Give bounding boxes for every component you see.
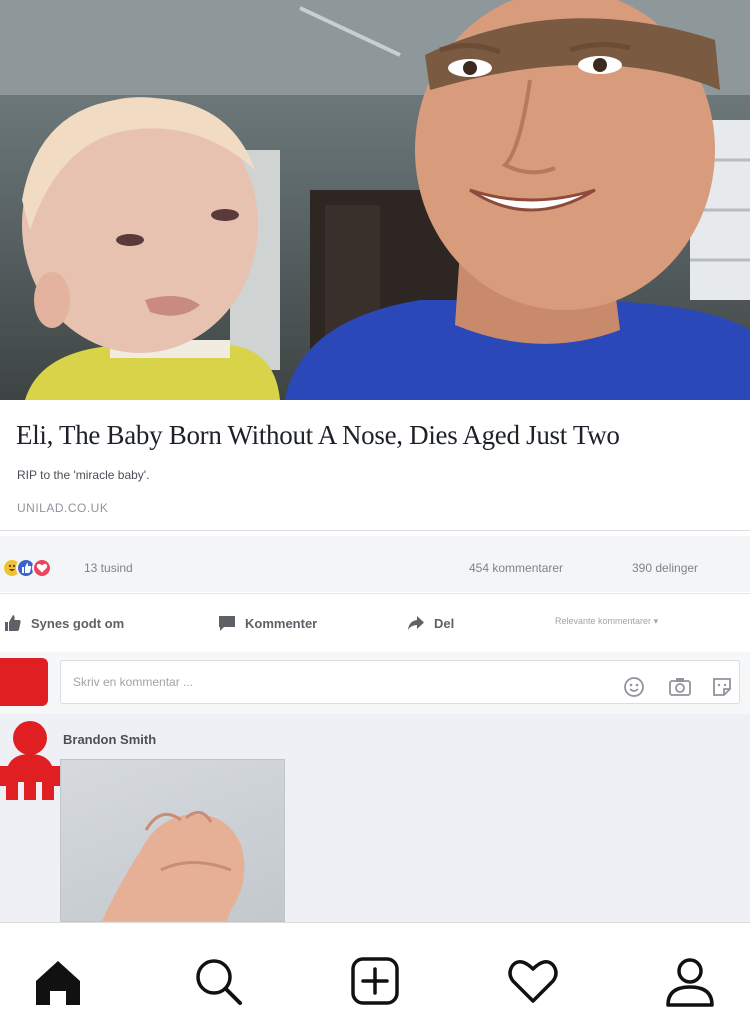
comment-button[interactable]: Kommenter	[218, 613, 317, 633]
comment-label: Kommenter	[245, 615, 318, 631]
comment-count[interactable]: 454 kommentarer	[469, 561, 563, 575]
new-post-icon[interactable]	[347, 953, 403, 1009]
search-icon[interactable]	[190, 953, 246, 1009]
like-button[interactable]: Synes godt om	[4, 613, 124, 633]
share-label: Del	[434, 615, 455, 631]
relevant-comments-label: Relevante kommentarer	[555, 616, 652, 626]
relevant-comments-dropdown[interactable]: Relevante kommentarer ▾	[555, 616, 658, 627]
link-headline[interactable]: Eli, The Baby Born Without A Nose, Dies …	[16, 420, 741, 451]
reactions-stats-bar: 13 tusind 454 kommentarer 390 delinger	[0, 536, 750, 592]
love-reaction-icon	[32, 558, 52, 578]
reaction-count[interactable]: 13 tusind	[84, 561, 133, 575]
profile-icon[interactable]	[662, 953, 718, 1009]
post-action-bar: Synes godt om Kommenter Del Relevante ko…	[0, 593, 750, 652]
comment-item: Brandon Smith	[0, 714, 750, 922]
comment-author[interactable]: Brandon Smith	[63, 732, 156, 747]
commenter-avatar[interactable]	[0, 718, 60, 800]
home-icon[interactable]	[30, 953, 86, 1009]
chevron-down-icon: ▾	[653, 616, 659, 626]
thumbs-up-icon	[5, 615, 21, 631]
comment-attached-photo[interactable]	[60, 759, 285, 922]
share-button[interactable]: Del	[407, 613, 454, 633]
emoji-icon[interactable]	[623, 676, 645, 698]
link-preview-card[interactable]: Eli, The Baby Born Without A Nose, Dies …	[0, 400, 750, 531]
comment-bubble-icon	[219, 616, 235, 631]
link-subline: RIP to the 'miracle baby'.	[17, 468, 150, 482]
fist-photo-illustration	[101, 810, 245, 921]
link-domain: UNILAD.CO.UK	[17, 501, 109, 515]
app-tab-bar	[0, 922, 750, 1017]
like-label: Synes godt om	[31, 615, 125, 631]
camera-icon[interactable]	[668, 676, 692, 698]
post-photo[interactable]	[0, 0, 750, 400]
post-photo-illustration	[0, 0, 750, 400]
share-arrow-icon	[408, 616, 424, 630]
current-user-avatar[interactable]	[0, 658, 48, 706]
share-count[interactable]: 390 delinger	[632, 561, 698, 575]
sticker-icon[interactable]	[711, 676, 733, 698]
heart-icon[interactable]	[505, 953, 561, 1009]
comment-composer	[0, 652, 750, 714]
